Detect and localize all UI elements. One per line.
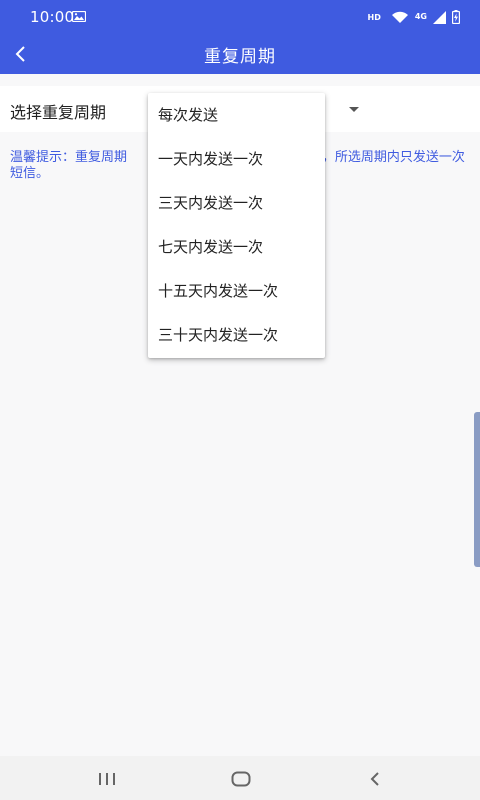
dropdown-option-seven-days[interactable]: 七天内发送一次 — [148, 225, 325, 269]
dropdown-option-fifteen-days[interactable]: 十五天内发送一次 — [148, 269, 325, 313]
network-type-label: 4G — [414, 12, 427, 21]
wifi-icon — [391, 11, 408, 23]
recents-icon[interactable] — [98, 772, 116, 786]
signal-icon — [433, 10, 446, 24]
status-time: 10:00 — [30, 8, 75, 26]
dropdown-option-every-time[interactable]: 每次发送 — [148, 93, 325, 137]
repeat-cycle-dropdown: 每次发送 一天内发送一次 三天内发送一次 七天内发送一次 十五天内发送一次 三十… — [148, 93, 325, 358]
page-title: 重复周期 — [204, 47, 276, 67]
navigation-bar — [0, 756, 480, 800]
repeat-cycle-label: 选择重复周期 — [10, 103, 107, 122]
gallery-icon — [72, 11, 86, 22]
back-icon[interactable] — [369, 771, 381, 787]
status-icons: HD 4G — [368, 9, 460, 25]
scroll-indicator[interactable] — [474, 412, 480, 567]
dropdown-option-three-days[interactable]: 三天内发送一次 — [148, 181, 325, 225]
dropdown-arrow-icon[interactable] — [349, 107, 359, 112]
app-bar: 重复周期 — [0, 34, 480, 74]
battery-charging-icon — [452, 10, 460, 24]
dropdown-option-thirty-days[interactable]: 三十天内发送一次 — [148, 313, 325, 357]
home-icon[interactable] — [231, 771, 251, 787]
status-bar: 10:00 HD 4G — [0, 0, 480, 34]
dropdown-option-one-day[interactable]: 一天内发送一次 — [148, 137, 325, 181]
hd-label: HD — [367, 12, 381, 22]
